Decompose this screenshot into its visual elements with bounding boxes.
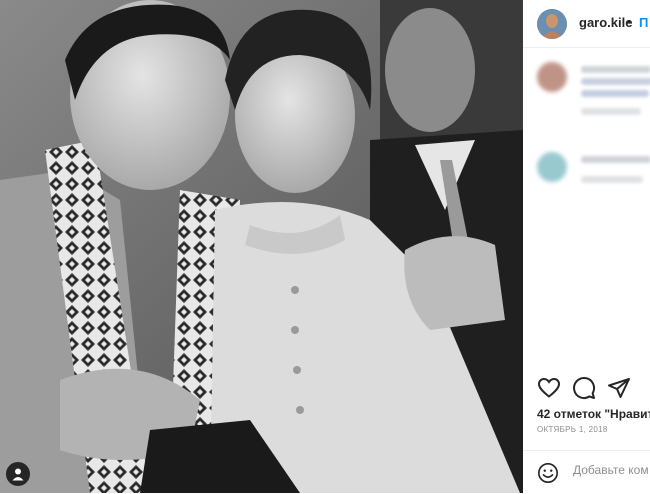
comment-item: [537, 62, 650, 132]
post-side-panel: garo.kile • П 42 отметок "Нравит ОКТЯБРЬ…: [523, 0, 650, 493]
commenter-avatar: [537, 152, 567, 182]
separator-dot: •: [627, 14, 632, 29]
avatar[interactable]: [537, 9, 567, 39]
comment-meta-blurred: [581, 108, 641, 115]
username-link[interactable]: garo.kile: [579, 15, 632, 30]
comment-icon[interactable]: [572, 376, 596, 400]
share-icon[interactable]: [607, 376, 631, 400]
comment-meta-blurred: [581, 176, 643, 183]
comment-text-blurred: [581, 78, 650, 85]
comment-item: [537, 152, 650, 192]
photo-image: [0, 0, 523, 493]
post-header: garo.kile • П: [523, 0, 650, 48]
comment-text-blurred: [581, 66, 650, 73]
commenter-avatar: [537, 62, 567, 92]
comment-input[interactable]: [573, 463, 650, 477]
heart-icon[interactable]: [537, 376, 561, 400]
emoji-icon[interactable]: [537, 462, 559, 484]
post-actions: [523, 372, 650, 402]
comment-text-blurred: [581, 156, 650, 163]
add-comment-bar: [523, 450, 650, 494]
post-photo[interactable]: [0, 0, 523, 493]
post-date[interactable]: ОКТЯБРЬ 1, 2018: [537, 425, 608, 434]
follow-button[interactable]: П: [639, 15, 648, 30]
comment-text-blurred: [581, 90, 649, 97]
user-tag-icon[interactable]: [6, 462, 30, 486]
likes-count[interactable]: 42 отметок "Нравит: [537, 407, 650, 421]
